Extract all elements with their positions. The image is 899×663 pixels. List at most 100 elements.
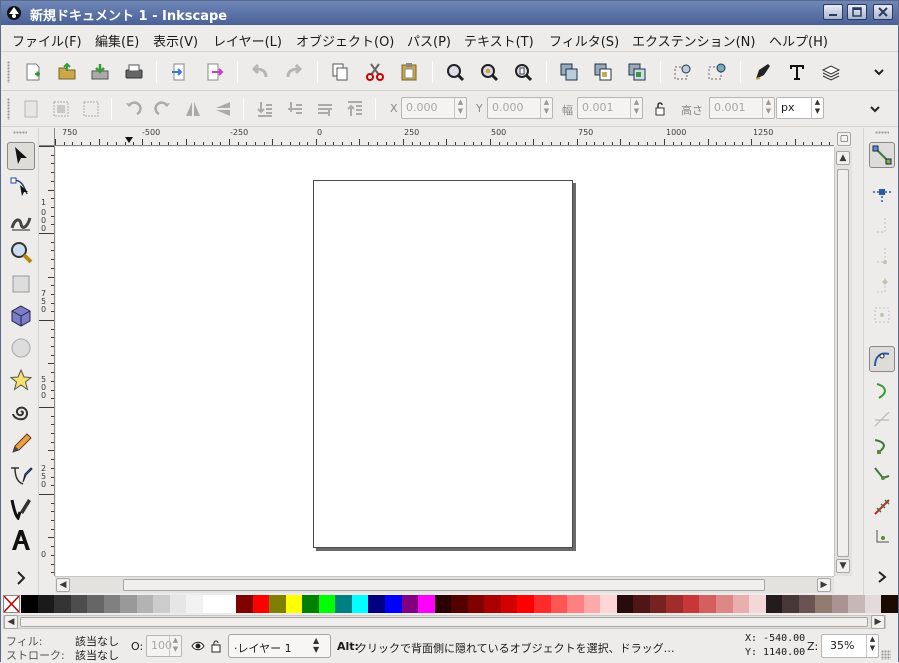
palette-swatch[interactable] bbox=[467, 595, 485, 613]
calligraphy-tool[interactable] bbox=[7, 494, 35, 522]
palette-swatch[interactable] bbox=[285, 595, 303, 613]
x-spin-arrows[interactable]: ▲ ▼ bbox=[454, 98, 466, 118]
undo-button[interactable] bbox=[248, 60, 272, 84]
spiral-tool[interactable] bbox=[7, 398, 35, 426]
palette-swatch[interactable] bbox=[484, 595, 502, 613]
drawing-canvas[interactable] bbox=[56, 147, 834, 576]
toolbar-grip[interactable] bbox=[7, 61, 10, 83]
scroll-down-button[interactable]: ▼ bbox=[836, 559, 850, 573]
zoom-field[interactable]: 35% ▲ ▼ bbox=[821, 634, 879, 658]
3dbox-tool[interactable] bbox=[7, 302, 35, 330]
palette-swatch[interactable] bbox=[269, 595, 287, 613]
snapbar-more-button[interactable] bbox=[869, 564, 895, 590]
palette-swatch[interactable] bbox=[318, 595, 336, 613]
vertical-ruler[interactable]: 10007505002500 bbox=[39, 146, 55, 576]
clone-button[interactable] bbox=[591, 60, 615, 84]
palette-swatch[interactable] bbox=[335, 595, 353, 613]
palette-swatch[interactable] bbox=[37, 595, 55, 613]
raise-to-top-button[interactable] bbox=[343, 97, 367, 121]
palette-swatch[interactable] bbox=[765, 595, 783, 613]
rotate-cw-button[interactable] bbox=[151, 97, 175, 121]
palette-swatch[interactable] bbox=[550, 595, 568, 613]
palette-swatch[interactable] bbox=[798, 595, 816, 613]
height-field[interactable]: 0.001 ▲ ▼ bbox=[709, 97, 775, 119]
duplicate-button[interactable] bbox=[557, 60, 581, 84]
palette-scroll-right[interactable]: ▶ bbox=[871, 615, 885, 629]
palette-swatch[interactable] bbox=[252, 595, 270, 613]
lock-ratio-button[interactable] bbox=[648, 97, 672, 121]
palette-swatch[interactable] bbox=[368, 595, 386, 613]
toolbar-overflow-button[interactable] bbox=[867, 60, 891, 84]
palette-swatch[interactable] bbox=[831, 595, 849, 613]
palette-swatch[interactable] bbox=[302, 595, 320, 613]
controls-overflow-button[interactable] bbox=[863, 97, 887, 121]
menu-extensions[interactable]: エクステンション(N) bbox=[632, 31, 755, 50]
palette-swatch[interactable] bbox=[749, 595, 767, 613]
pen-tool[interactable] bbox=[7, 462, 35, 490]
select-all-layers-button[interactable] bbox=[49, 97, 73, 121]
resize-grip[interactable] bbox=[881, 650, 891, 660]
menu-help[interactable]: ヘルプ(H) bbox=[769, 31, 828, 50]
node-tool[interactable] bbox=[7, 174, 35, 202]
lower-to-bottom-button[interactable] bbox=[253, 97, 277, 121]
zoom-drawing-button[interactable] bbox=[477, 60, 501, 84]
palette-swatch[interactable] bbox=[583, 595, 601, 613]
text-tool[interactable] bbox=[7, 526, 35, 554]
palette-swatch[interactable] bbox=[864, 595, 882, 613]
tweak-tool[interactable] bbox=[7, 206, 35, 234]
raise-button[interactable] bbox=[313, 97, 337, 121]
palette-swatch[interactable] bbox=[169, 595, 187, 613]
palette-swatch[interactable] bbox=[682, 595, 700, 613]
palette-swatch[interactable] bbox=[120, 595, 138, 613]
palette-swatch[interactable] bbox=[666, 595, 684, 613]
snap-cusp-nodes-button[interactable] bbox=[869, 434, 895, 460]
group-button[interactable] bbox=[671, 60, 695, 84]
opacity-field[interactable]: 100 ▲ ▼ bbox=[146, 635, 182, 657]
y-spin-arrows[interactable]: ▲ ▼ bbox=[540, 98, 552, 118]
ellipse-tool[interactable] bbox=[7, 334, 35, 362]
minimize-button[interactable] bbox=[823, 4, 843, 20]
scroll-right-button[interactable]: ▶ bbox=[817, 578, 831, 592]
palette-swatch[interactable] bbox=[385, 595, 403, 613]
text-font-button[interactable] bbox=[785, 60, 809, 84]
menu-edit[interactable]: 編集(E) bbox=[95, 31, 139, 50]
palette-swatch[interactable] bbox=[500, 595, 518, 613]
more-tools-button[interactable] bbox=[7, 564, 35, 592]
menu-path[interactable]: パス(P) bbox=[407, 31, 451, 50]
menu-file[interactable]: ファイル(F) bbox=[12, 31, 82, 50]
scroll-up-button[interactable]: ▲ bbox=[836, 151, 850, 165]
opacity-spin-arrows[interactable]: ▲ ▼ bbox=[169, 636, 181, 656]
height-spin-arrows[interactable]: ▲ ▼ bbox=[762, 98, 774, 118]
sticky-zoom-button[interactable]: ▢ bbox=[837, 132, 851, 146]
menu-object[interactable]: オブジェクト(O) bbox=[296, 31, 394, 50]
toolbox-grip[interactable] bbox=[13, 131, 27, 134]
palette-swatch[interactable] bbox=[54, 595, 72, 613]
palette-swatch[interactable] bbox=[881, 595, 899, 613]
palette-scroll-left[interactable]: ◀ bbox=[4, 615, 18, 629]
scroll-left-button[interactable]: ◀ bbox=[56, 578, 70, 592]
palette-swatch[interactable] bbox=[732, 595, 750, 613]
palette-swatch[interactable] bbox=[401, 595, 419, 613]
no-paint-swatch[interactable] bbox=[3, 595, 20, 613]
horizontal-ruler[interactable]: 750 -500 -250 0 250 500 750 1000 1250 bbox=[55, 128, 834, 146]
zoom-tool[interactable] bbox=[7, 238, 35, 266]
unlink-clone-button[interactable] bbox=[625, 60, 649, 84]
zoom-page-button[interactable] bbox=[511, 60, 535, 84]
snap-intersections-button[interactable] bbox=[869, 406, 895, 432]
palette-swatch[interactable] bbox=[186, 595, 204, 613]
y-field[interactable]: 0.000 ▲ ▼ bbox=[487, 97, 553, 119]
snap-line-midpoints-button[interactable] bbox=[869, 494, 895, 520]
palette-swatch[interactable] bbox=[600, 595, 618, 613]
snap-object-midpoints-button[interactable] bbox=[869, 524, 895, 550]
rect-tool[interactable] bbox=[7, 270, 35, 298]
ungroup-button[interactable] bbox=[705, 60, 729, 84]
lock-icon[interactable] bbox=[210, 639, 222, 653]
palette-swatch[interactable] bbox=[203, 595, 221, 613]
menu-filters[interactable]: フィルタ(S) bbox=[549, 31, 619, 50]
paste-button[interactable] bbox=[397, 60, 421, 84]
palette-swatch[interactable] bbox=[236, 595, 254, 613]
flip-vertical-button[interactable] bbox=[211, 97, 235, 121]
palette-swatch[interactable] bbox=[70, 595, 88, 613]
palette-swatch[interactable] bbox=[103, 595, 121, 613]
export-button[interactable] bbox=[202, 60, 226, 84]
